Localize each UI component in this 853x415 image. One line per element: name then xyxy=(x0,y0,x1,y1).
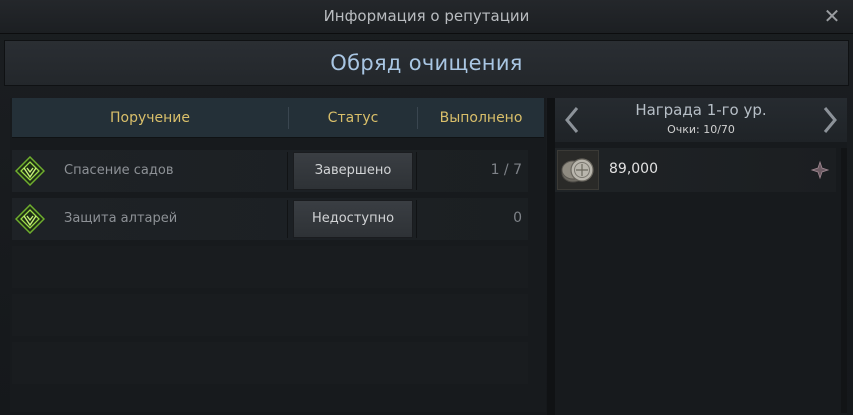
reward-item[interactable]: 89,000 xyxy=(555,148,836,192)
silver-coin-icon xyxy=(561,158,594,183)
star-marker-icon xyxy=(810,160,830,180)
progress-value: 0 xyxy=(513,210,522,226)
guild-emblem-icon xyxy=(15,156,45,186)
panel-divider xyxy=(547,98,555,415)
reward-panel: Награда 1-го ур. Очки: 10/70 89,000 xyxy=(555,98,847,415)
column-header-done: Выполнено xyxy=(439,110,523,126)
reward-points: Очки: 10/70 xyxy=(667,123,735,136)
reputation-window: Информация о репутации ✕ Обряд очищения … xyxy=(0,0,853,415)
row-divider xyxy=(287,152,288,190)
table-row: Спасение садов Завершено 1 / 7 xyxy=(12,150,528,192)
status-button[interactable]: Недоступно xyxy=(293,200,413,238)
reward-header: Награда 1-го ур. Очки: 10/70 xyxy=(555,98,847,142)
task-label: Спасение садов xyxy=(64,163,174,178)
status-button[interactable]: Завершено xyxy=(293,152,413,190)
item-slot xyxy=(557,150,599,190)
reward-amount: 89,000 xyxy=(609,161,658,177)
header-divider xyxy=(288,107,289,129)
table-header: Поручение Статус Выполнено xyxy=(12,98,544,138)
title-bar: Информация о репутации ✕ xyxy=(0,0,853,34)
progress-value: 1 / 7 xyxy=(490,162,522,178)
chevron-right-icon[interactable] xyxy=(817,103,843,137)
window-title: Информация о репутации xyxy=(323,7,530,25)
empty-row xyxy=(12,342,528,384)
row-divider xyxy=(416,152,417,190)
task-label: Защита алтарей xyxy=(64,211,178,226)
reward-level-title: Награда 1-го ур. xyxy=(635,101,767,119)
column-header-status: Статус xyxy=(327,110,379,126)
close-icon[interactable]: ✕ xyxy=(821,5,843,27)
row-divider xyxy=(287,200,288,238)
table-row: Защита алтарей Недоступно 0 xyxy=(12,198,528,240)
guild-emblem-icon xyxy=(15,204,45,234)
scrollbar[interactable] xyxy=(841,148,847,413)
empty-row xyxy=(12,246,528,288)
column-header-task: Поручение xyxy=(109,110,190,126)
section-header: Обряд очищения xyxy=(4,40,849,86)
tasks-panel: Поручение Статус Выполнено Спасение садо… xyxy=(10,98,546,412)
empty-row xyxy=(12,294,528,336)
row-divider xyxy=(416,200,417,238)
section-title: Обряд очищения xyxy=(330,51,523,75)
